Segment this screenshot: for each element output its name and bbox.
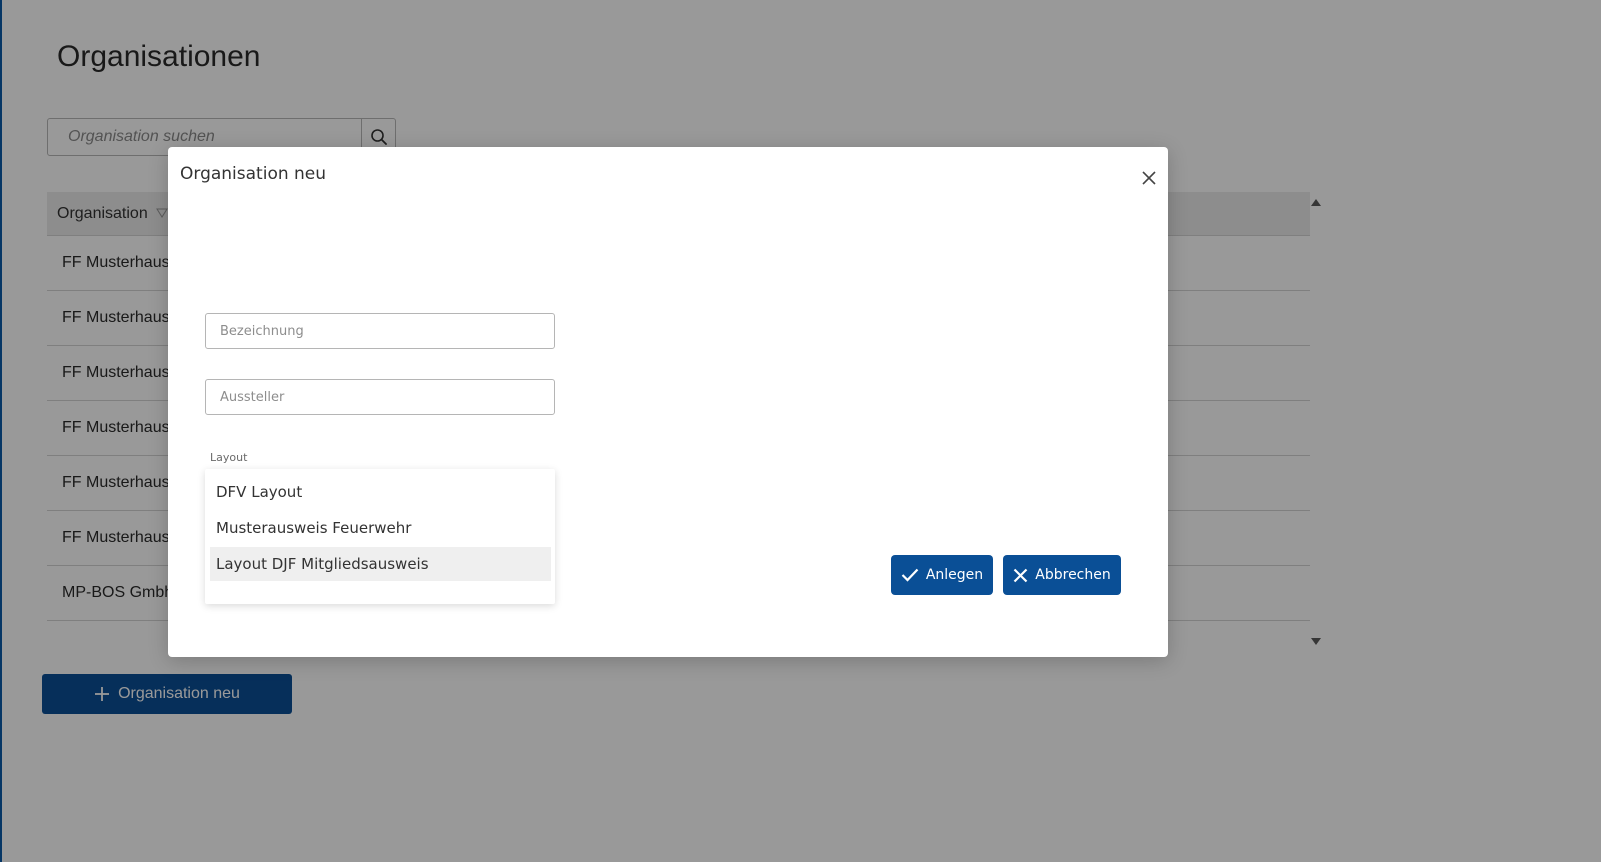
create-button[interactable]: Anlegen bbox=[891, 555, 993, 595]
create-button-label: Anlegen bbox=[925, 567, 984, 583]
layout-label: Layout bbox=[210, 451, 248, 464]
aussteller-input[interactable] bbox=[206, 380, 554, 414]
bezeichnung-input[interactable] bbox=[206, 314, 554, 348]
layout-option-djf[interactable]: Layout DJF Mitgliedsausweis bbox=[210, 547, 551, 581]
cancel-button-label: Abbrechen bbox=[1035, 567, 1111, 583]
layout-dropdown-list: DFV Layout Musterausweis Feuerwehr Layou… bbox=[205, 469, 555, 604]
dialog-title: Organisation neu bbox=[180, 164, 327, 184]
aussteller-field bbox=[205, 379, 555, 415]
new-organisation-dialog: Organisation neu Layout DFV Layout Muste… bbox=[168, 147, 1168, 657]
cancel-button[interactable]: Abbrechen bbox=[1003, 555, 1121, 595]
cancel-x-icon bbox=[1013, 568, 1028, 582]
check-icon bbox=[901, 568, 919, 582]
bezeichnung-field bbox=[205, 313, 555, 349]
layout-option-musterausweis[interactable]: Musterausweis Feuerwehr bbox=[210, 511, 551, 545]
close-icon[interactable] bbox=[1140, 169, 1158, 187]
layout-option-dfv[interactable]: DFV Layout bbox=[210, 475, 551, 509]
